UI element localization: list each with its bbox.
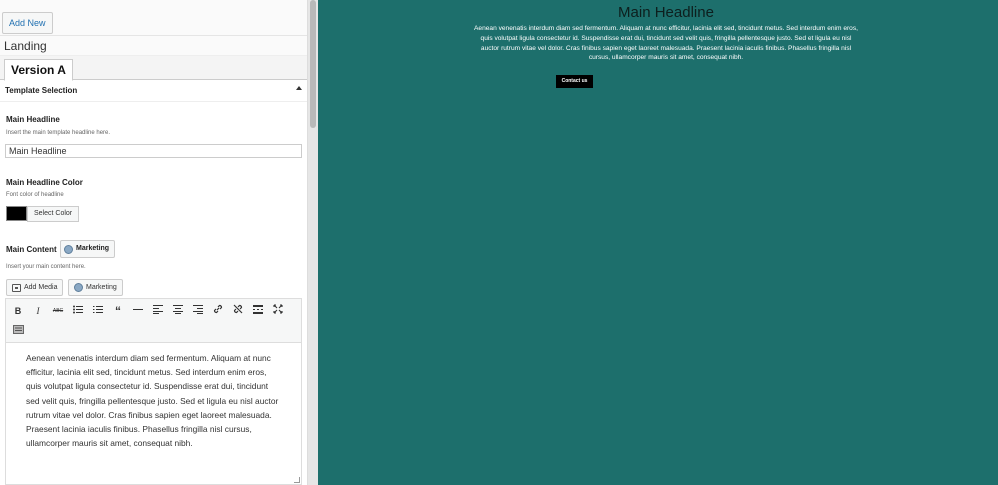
resize-handle-icon[interactable] (294, 477, 300, 483)
sidebar-scrollbar-thumb[interactable] (310, 0, 316, 128)
editor-toolbar: B I ABC “ (6, 299, 301, 343)
main-headline-description: Insert the main template headline here. (6, 130, 111, 136)
fullscreen-icon[interactable] (270, 303, 286, 319)
marketing-icon (64, 244, 73, 254)
unlink-icon[interactable] (230, 303, 246, 319)
main-headline-label: Main Headline (6, 115, 60, 124)
marketing-media-button[interactable]: Marketing (68, 279, 123, 296)
numbered-list-icon[interactable] (90, 303, 106, 319)
preview-headline: Main Headline (618, 4, 714, 21)
editor-content[interactable]: Aenean venenatis interdum diam sed ferme… (26, 351, 282, 450)
landing-preview: Main Headline Aenean venenatis interdum … (318, 0, 998, 485)
headline-color-description: Font color of headline (6, 192, 64, 198)
align-right-icon[interactable] (190, 303, 206, 319)
tab-version-a[interactable]: Version A (4, 59, 73, 81)
main-content-description: Insert your main content here. (6, 264, 86, 270)
align-center-icon[interactable] (170, 303, 186, 319)
select-color-button[interactable]: Select Color (27, 206, 80, 222)
marketing-button[interactable]: Marketing (60, 240, 116, 258)
toolbar-toggle-icon[interactable] (10, 323, 26, 339)
landing-label: Landing (4, 39, 47, 53)
marketing-media-label: Marketing (86, 284, 117, 291)
strikethrough-icon[interactable]: ABC (50, 303, 66, 319)
marketing-icon (74, 283, 83, 292)
read-more-icon[interactable] (250, 303, 266, 319)
italic-icon[interactable]: I (30, 303, 46, 319)
add-new-row: Add New (0, 0, 307, 36)
content-editor: B I ABC “ Aenean venenatis interdum diam… (5, 298, 302, 485)
main-content-label: Main Content (6, 245, 57, 254)
contact-us-button[interactable]: Contact us (556, 75, 593, 88)
blockquote-icon[interactable]: “ (110, 303, 126, 319)
align-left-icon[interactable] (150, 303, 166, 319)
horizontal-line-icon[interactable] (130, 303, 146, 319)
collapse-up-icon[interactable] (296, 86, 302, 90)
link-icon[interactable] (210, 303, 226, 319)
color-swatch[interactable] (6, 206, 27, 221)
bold-icon[interactable]: B (10, 303, 26, 319)
add-new-button[interactable]: Add New (2, 12, 53, 34)
marketing-button-label: Marketing (76, 245, 110, 252)
headline-color-label: Main Headline Color (6, 178, 83, 187)
add-media-button[interactable]: Add Media (6, 279, 64, 296)
main-headline-input[interactable] (5, 144, 302, 158)
template-selection-header[interactable]: Template Selection (0, 80, 307, 102)
version-tabs: Version A (0, 56, 307, 81)
landing-row: Landing (0, 36, 307, 56)
bullet-list-icon[interactable] (70, 303, 86, 319)
add-media-icon (12, 283, 21, 292)
template-selection-title: Template Selection (5, 86, 78, 95)
settings-sidebar: Add New Landing Version A Template Selec… (0, 0, 308, 485)
add-media-label: Add Media (24, 284, 58, 291)
preview-body-text: Aenean venenatis interdum diam sed ferme… (474, 25, 858, 62)
